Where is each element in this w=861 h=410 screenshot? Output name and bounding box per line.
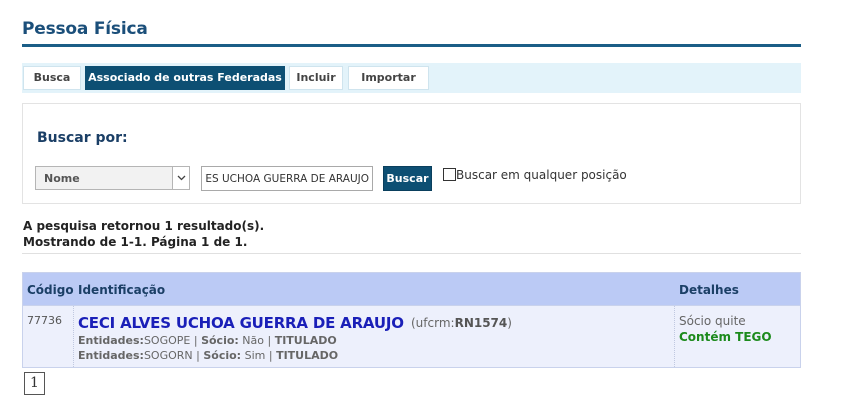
registry-prefix: (ufcrm: (411, 316, 455, 330)
tab-associado-outras-federadas[interactable]: Associado de outras Federadas (85, 66, 285, 90)
entity-label: Entidades: (78, 334, 144, 347)
person-registry: (ufcrm:RN1574) (411, 316, 512, 330)
search-panel: Buscar por: Nome Buscar Buscar em qualqu… (22, 103, 801, 204)
tab-bar: Busca Associado de outras Federadas Incl… (22, 63, 801, 93)
row-code: 77736 (27, 314, 62, 327)
title-divider (22, 44, 801, 47)
chevron-down-icon (177, 175, 186, 181)
search-field-select[interactable]: Nome (35, 166, 190, 190)
tab-busca[interactable]: Busca (23, 66, 81, 90)
search-button[interactable]: Buscar (383, 166, 432, 191)
anywhere-checkbox[interactable] (443, 168, 456, 181)
result-count-text: A pesquisa retornou 1 resultado(s). (23, 219, 265, 233)
tab-incluir[interactable]: Incluir (289, 66, 343, 90)
entity-line: Entidades:SOGORN | Sócio: Sim | TITULADO (78, 349, 339, 362)
person-name-link[interactable]: CECI ALVES UCHOA GUERRA DE ARAUJO (78, 314, 404, 332)
result-summary: A pesquisa retornou 1 resultado(s). Most… (23, 218, 264, 250)
entity-line: Entidades:SOGOPE | Sócio: Não | TITULADO (78, 334, 337, 347)
socio-value: Sim (244, 349, 266, 362)
search-by-label: Buscar por: (37, 130, 128, 146)
socio-value: Não (242, 334, 264, 347)
pagination-page-1[interactable]: 1 (24, 372, 45, 395)
col-divider (73, 306, 74, 367)
result-divider (22, 253, 801, 254)
results-table: Código Identificação Detalhes 77736 CECI… (22, 272, 801, 368)
col-divider (674, 306, 675, 367)
entity-status: TITULADO (276, 349, 339, 362)
select-value: Nome (44, 172, 80, 185)
header-details: Detalhes (679, 283, 739, 297)
entity-value: SOGOPE (143, 334, 191, 347)
table-header: Código Identificação Detalhes (23, 273, 800, 305)
page-title: Pessoa Física (22, 19, 148, 39)
header-code: Código (27, 283, 74, 297)
search-input[interactable] (201, 166, 373, 191)
entity-status: TITULADO (274, 334, 337, 347)
registry-value: RN1574 (454, 316, 508, 330)
select-arrow[interactable] (172, 167, 189, 189)
tab-importar[interactable]: Importar (348, 66, 429, 90)
registry-suffix: ) (507, 316, 512, 330)
socio-label: Sócio: (201, 334, 239, 347)
socio-label: Sócio: (203, 349, 242, 362)
entity-label: Entidades: (78, 349, 144, 362)
header-identification: Identificação (78, 283, 166, 297)
table-row: 77736 CECI ALVES UCHOA GUERRA DE ARAUJO … (23, 305, 800, 367)
anywhere-label: Buscar em qualquer posição (456, 168, 627, 182)
detail-tego: Contém TEGO (679, 330, 772, 344)
detail-status: Sócio quite (679, 314, 746, 328)
result-range-text: Mostrando de 1-1. Página 1 de 1. (23, 235, 248, 249)
entity-value: SOGORN (143, 349, 193, 362)
